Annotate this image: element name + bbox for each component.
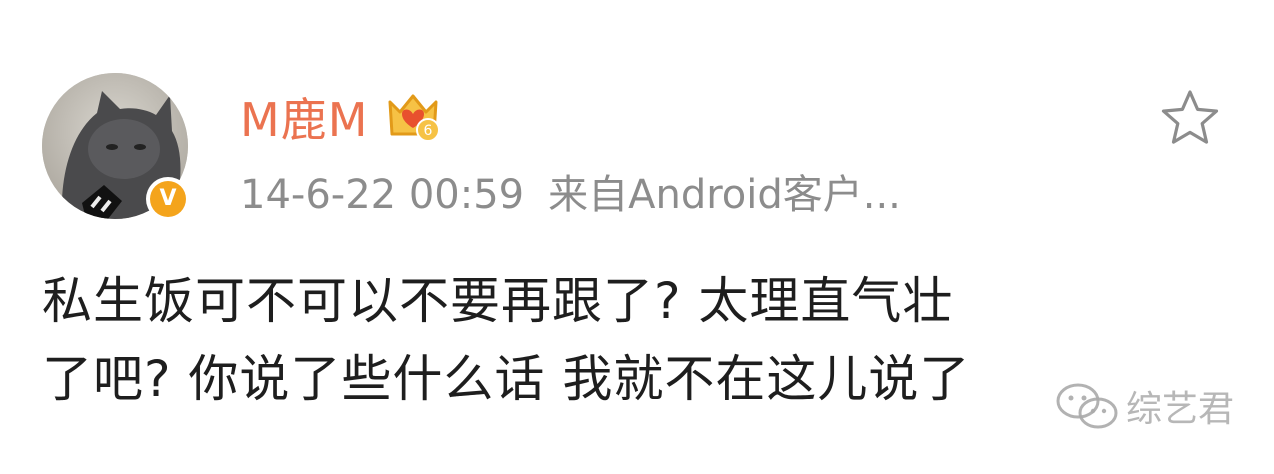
wechat-icon (1056, 383, 1118, 429)
watermark: 综艺君 (1054, 380, 1234, 432)
watermark-text: 综艺君 (1125, 389, 1234, 430)
weibo-post: V M鹿M 6 14-6-22 00:59 来自Android客户... 私生饭可… (0, 0, 1274, 474)
verified-badge: V (146, 177, 190, 221)
post-source[interactable]: 来自Android客户... (548, 172, 901, 218)
star-outline-icon[interactable] (1158, 86, 1222, 150)
post-meta: 14-6-22 00:59 来自Android客户... (240, 162, 901, 220)
post-content-line-1: 私生饭可不可以不要再跟了? 太理直气壮 (42, 272, 954, 330)
user-header: M鹿M 6 (240, 82, 442, 152)
username[interactable]: M鹿M (240, 84, 368, 150)
avatar-container[interactable]: V (42, 73, 194, 225)
member-level: 6 (424, 123, 433, 139)
post-timestamp[interactable]: 14-6-22 00:59 (240, 172, 524, 218)
verified-v-icon: V (150, 181, 186, 217)
crown-badge-icon[interactable]: 6 (384, 88, 442, 146)
